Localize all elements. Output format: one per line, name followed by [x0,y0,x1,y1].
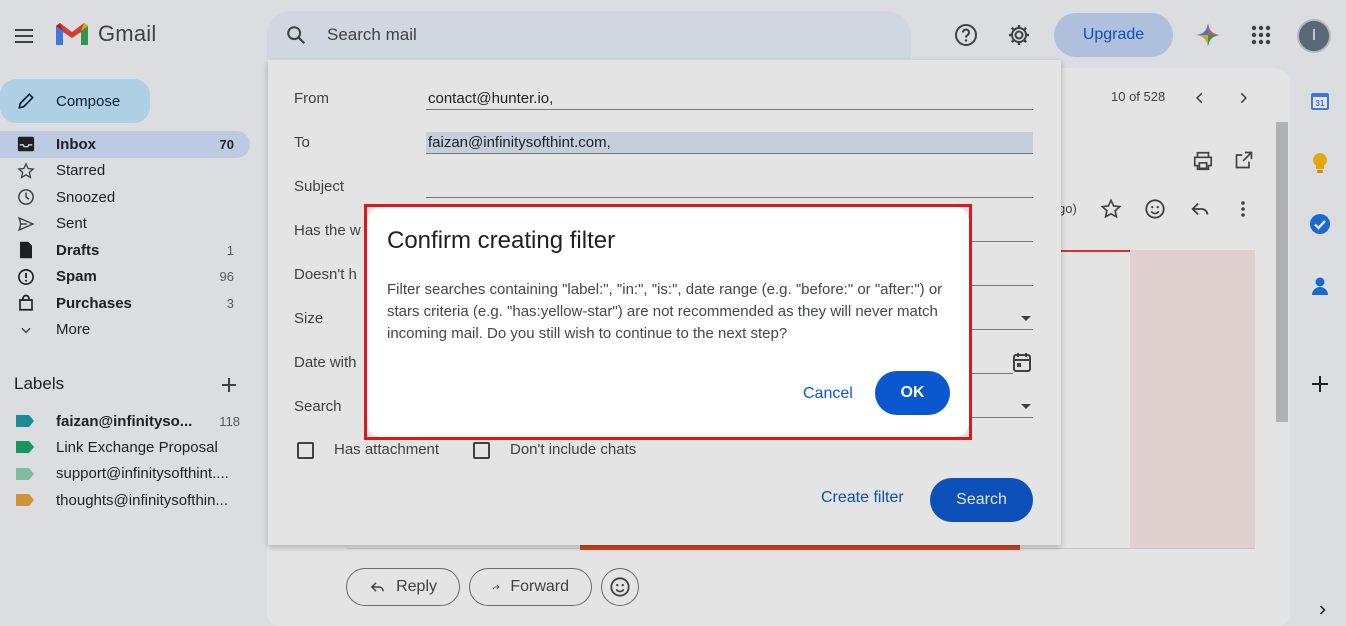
cancel-button[interactable]: Cancel [803,385,853,403]
confirm-filter-dialog: Confirm creating filter Filter searches … [367,207,969,437]
ok-button[interactable]: OK [875,371,950,415]
dialog-message: Filter searches containing "label:", "in… [387,281,943,342]
dialog-title: Confirm creating filter [387,227,616,254]
